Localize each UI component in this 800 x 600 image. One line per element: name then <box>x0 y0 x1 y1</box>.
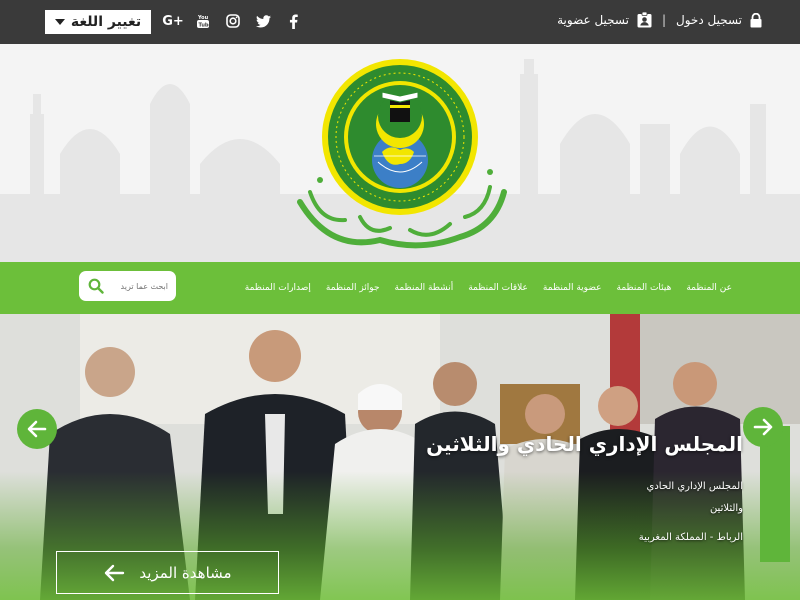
slide-description-line: والثلاثين <box>709 503 743 514</box>
twitter-icon[interactable] <box>254 11 272 31</box>
nav-item-activities[interactable]: أنشطة المنظمة <box>395 283 454 293</box>
slide-location: الرباط - المملكة المغربية <box>638 532 743 543</box>
hero-slider: المجلس الإداري الحادي والثلاثين المجلس ا… <box>0 314 800 600</box>
search-box <box>79 271 176 301</box>
social-links: G+ You Tube <box>162 11 302 31</box>
register-label: تسجيل عضوية <box>557 13 629 27</box>
slider-next-button[interactable] <box>743 407 783 447</box>
slider-prev-button[interactable] <box>17 409 57 449</box>
nav-item-bodies[interactable]: هيئات المنظمة <box>617 283 672 293</box>
organization-logo <box>297 59 507 249</box>
view-more-button[interactable]: مشاهدة المزيد <box>56 551 279 594</box>
arrow-left-icon <box>105 564 125 581</box>
svg-text:Tube: Tube <box>199 23 211 29</box>
nav-item-publications[interactable]: إصدارات المنظمة <box>245 283 311 293</box>
svg-text:You: You <box>197 15 209 21</box>
separator: | <box>661 13 666 27</box>
login-label: تسجيل دخول <box>676 13 742 27</box>
view-more-label: مشاهدة المزيد <box>139 563 232 582</box>
main-navigation: عن المنظمة هيئات المنظمة عضوية المنظمة ع… <box>0 262 800 314</box>
caret-down-icon <box>54 19 65 25</box>
language-switcher-button[interactable]: تغيير اللغة <box>45 10 151 34</box>
arrow-right-icon <box>753 418 773 436</box>
nav-item-relations[interactable]: علاقات المنظمة <box>468 283 528 293</box>
nav-item-about[interactable]: عن المنظمة <box>686 283 732 293</box>
slide-description-line: المجلس الإداري الحادي <box>646 481 743 492</box>
register-link[interactable]: تسجيل عضوية <box>557 12 652 28</box>
instagram-icon[interactable] <box>224 11 242 31</box>
youtube-icon[interactable]: You Tube <box>194 11 212 31</box>
user-badge-icon <box>637 12 652 28</box>
search-icon[interactable] <box>88 278 104 294</box>
arrow-left-icon <box>27 420 47 438</box>
slide-title: المجلس الإداري الحادي والثلاثين <box>426 432 743 456</box>
facebook-icon[interactable] <box>284 11 302 31</box>
nav-item-awards[interactable]: جوائز المنظمة <box>326 283 380 293</box>
site-header <box>0 44 800 262</box>
auth-links: تسجيل دخول | تسجيل عضوية <box>557 12 762 28</box>
nav-item-membership[interactable]: عضوية المنظمة <box>543 283 602 293</box>
lock-icon <box>750 12 762 27</box>
nav-menu: عن المنظمة هيئات المنظمة عضوية المنظمة ع… <box>245 262 732 314</box>
google-plus-icon[interactable]: G+ <box>162 11 184 31</box>
search-input[interactable] <box>108 281 168 291</box>
slide-description: المجلس الإداري الحادي والثلاثين <box>633 476 743 520</box>
top-bar: تغيير اللغة G+ You Tube <box>0 0 800 44</box>
language-label: تغيير اللغة <box>70 14 142 30</box>
login-link[interactable]: تسجيل دخول <box>676 12 762 28</box>
